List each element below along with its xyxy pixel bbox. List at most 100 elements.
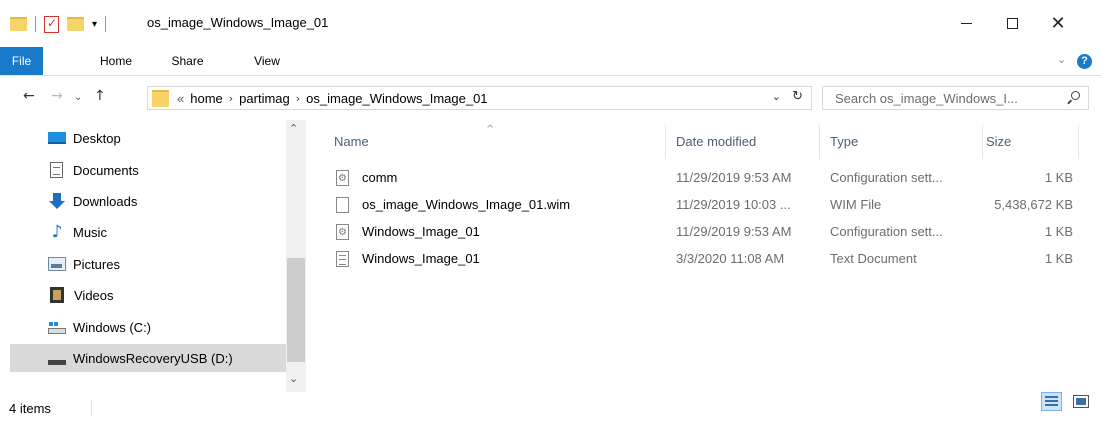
file-size: 5,438,672 KB	[994, 197, 1073, 212]
config-file-icon	[336, 170, 349, 186]
minimize-button[interactable]	[943, 0, 989, 47]
nav-item-windows-c[interactable]: Windows (C:)	[10, 313, 280, 341]
nav-item-videos[interactable]: Videos	[10, 281, 280, 309]
address-dropdown-icon[interactable]: ⌄	[772, 90, 781, 103]
breadcrumb-partimag[interactable]: partimag	[239, 91, 290, 106]
nav-item-pictures[interactable]: Pictures	[10, 250, 280, 278]
file-type: Text Document	[830, 251, 917, 266]
file-name: Windows_Image_01	[362, 224, 480, 239]
folder-icon	[10, 17, 27, 31]
file-type: Configuration sett...	[830, 224, 943, 239]
expand-ribbon-icon[interactable]: ⌄	[1057, 53, 1066, 66]
back-button[interactable]: ←	[23, 88, 35, 104]
nav-item-downloads[interactable]: Downloads	[10, 187, 280, 215]
file-name: comm	[362, 170, 398, 185]
nav-item-label: Desktop	[73, 130, 121, 146]
downloads-icon	[48, 193, 66, 209]
nav-item-label: Pictures	[73, 256, 120, 272]
tab-view[interactable]: View	[237, 47, 297, 75]
scroll-down-icon[interactable]: ⌄	[289, 372, 298, 385]
column-label: Name	[334, 134, 369, 149]
file-date: 11/29/2019 9:53 AM	[676, 170, 792, 185]
nav-item-documents[interactable]: Documents	[10, 156, 280, 184]
nav-item-label: WindowsRecoveryUSB (D:)	[73, 350, 233, 366]
breadcrumb-separator[interactable]: ›	[296, 92, 300, 105]
help-icon[interactable]: ?	[1077, 54, 1092, 69]
scroll-up-icon[interactable]: ⌃	[289, 122, 298, 135]
usb-drive-icon	[48, 359, 66, 365]
scrollbar-thumb[interactable]	[287, 258, 305, 362]
tab-share[interactable]: Share	[160, 47, 215, 75]
desktop-icon	[48, 132, 66, 144]
nav-item-music[interactable]: ♪ Music	[10, 218, 280, 246]
nav-item-label: Windows (C:)	[73, 319, 152, 335]
details-view-icon[interactable]	[1041, 392, 1062, 411]
text-file-icon	[336, 251, 349, 267]
file-name: os_image_Windows_Image_01.wim	[362, 197, 571, 212]
file-size: 1 KB	[1044, 224, 1073, 239]
close-button[interactable]: ✕	[1035, 0, 1081, 47]
file-list: Name ^ Date modified Type Size comm 11/2…	[306, 120, 1101, 390]
drive-icon	[48, 322, 66, 334]
file-date: 3/3/2020 11:08 AM	[676, 251, 785, 266]
nav-item-label: Downloads	[73, 193, 138, 209]
breadcrumb-separator[interactable]: ›	[229, 92, 233, 105]
videos-icon	[50, 287, 64, 303]
refresh-icon[interactable]: ↻	[792, 89, 803, 104]
file-row[interactable]: os_image_Windows_Image_01.wim 11/29/2019…	[306, 192, 1101, 218]
item-count: 4 items	[9, 401, 51, 416]
file-row[interactable]: comm 11/29/2019 9:53 AM Configuration se…	[306, 165, 1101, 191]
close-icon: ✕	[1050, 13, 1066, 34]
forward-button[interactable]: →	[51, 88, 63, 104]
recent-locations-button[interactable]: ⌄	[74, 92, 82, 103]
window-title: os_image_Windows_Image_01	[147, 15, 329, 30]
quick-access-toolbar: ▾	[10, 13, 114, 35]
ribbon-tabs: File Home Share View ⌄ ?	[0, 47, 1101, 76]
search-icon[interactable]	[1071, 91, 1080, 100]
navigation-pane: Desktop Documents Downloads ♪ Music Pict…	[0, 120, 306, 390]
breadcrumb-home[interactable]: home	[190, 91, 223, 106]
navigation-bar: ← → ⌄ ↑ « home › partimag › os_image_Win…	[0, 76, 1101, 120]
sort-ascending-icon: ^	[486, 124, 495, 135]
maximize-icon	[1006, 18, 1018, 29]
music-icon: ♪	[51, 222, 63, 242]
search-placeholder: Search os_image_Windows_I...	[835, 91, 1018, 106]
title-bar: ▾ os_image_Windows_Image_01 ✕	[0, 0, 1101, 47]
divider	[91, 400, 92, 416]
file-row[interactable]: Windows_Image_01 3/3/2020 11:08 AM Text …	[306, 246, 1101, 272]
new-folder-icon[interactable]	[67, 17, 84, 31]
breadcrumb-current[interactable]: os_image_Windows_Image_01	[306, 91, 487, 106]
config-file-icon	[336, 224, 349, 240]
breadcrumb-overflow[interactable]: «	[177, 91, 184, 106]
tab-file[interactable]: File	[0, 47, 43, 75]
documents-icon	[50, 162, 63, 178]
tab-home[interactable]: Home	[84, 47, 148, 75]
file-type: Configuration sett...	[830, 170, 943, 185]
pictures-icon	[48, 257, 66, 271]
file-type: WIM File	[830, 197, 882, 212]
divider	[105, 16, 107, 32]
large-icons-view-icon[interactable]	[1073, 395, 1089, 408]
column-header-type[interactable]: Type	[820, 125, 983, 159]
column-header-name[interactable]: Name ^	[306, 124, 666, 159]
divider	[35, 16, 36, 32]
address-bar[interactable]: « home › partimag › os_image_Windows_Ima…	[147, 86, 812, 110]
up-button[interactable]: ↑	[94, 88, 106, 104]
column-header-size[interactable]: Size	[983, 125, 1079, 159]
file-name: Windows_Image_01	[362, 251, 480, 266]
nav-item-desktop[interactable]: Desktop	[10, 124, 280, 152]
status-bar: 4 items	[0, 392, 1101, 421]
minimize-icon	[960, 23, 972, 24]
column-header-date[interactable]: Date modified	[666, 125, 820, 159]
search-input[interactable]: Search os_image_Windows_I...	[822, 86, 1089, 110]
nav-item-label: Music	[73, 224, 107, 240]
nav-item-recovery-usb[interactable]: WindowsRecoveryUSB (D:)	[10, 344, 286, 372]
file-size: 1 KB	[1044, 251, 1073, 266]
properties-icon[interactable]	[44, 15, 59, 33]
nav-item-label: Documents	[73, 162, 139, 178]
file-date: 11/29/2019 10:03 ...	[676, 197, 791, 212]
maximize-button[interactable]	[989, 0, 1035, 47]
file-row[interactable]: Windows_Image_01 11/29/2019 9:53 AM Conf…	[306, 219, 1101, 245]
file-icon	[336, 197, 349, 213]
customize-toolbar-icon[interactable]: ▾	[92, 19, 97, 30]
